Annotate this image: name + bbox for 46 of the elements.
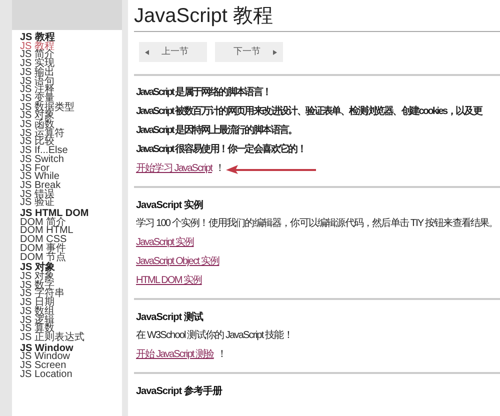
sidebar-link[interactable]: JS 教程 <box>20 42 122 52</box>
next-button[interactable]: 下一节 <box>215 42 283 62</box>
sidebar-link[interactable]: DOM 节点 <box>20 254 122 262</box>
section-heading: JavaScript 参考手册 <box>136 386 224 398</box>
sidebar-link[interactable]: JS 正则表达式 <box>20 334 122 343</box>
paragraph: 在 W3School 测试你的 JavaScript 技能！ <box>136 331 294 341</box>
sidebar-heading: JS 教程 <box>20 34 56 43</box>
link[interactable]: 开始学习 JavaScript <box>136 164 212 174</box>
exclamation-text: ！ <box>214 164 224 174</box>
sidebar-link[interactable]: JS 对象 <box>20 272 122 282</box>
sidebar-heading: JS 对象 <box>20 264 56 273</box>
paragraph: JavaScript 很容易使用！你一定会喜欢它的！ <box>136 145 307 155</box>
sidebar-link[interactable]: DOM HTML <box>20 227 122 236</box>
sidebar-link[interactable]: JS 语句 <box>20 78 122 86</box>
paragraph: JavaScript 是属于网络的脚本语言！ <box>136 88 272 98</box>
left-triangle-icon <box>145 50 149 54</box>
paragraph: JavaScript 被数百万计的网页用来改进设计、验证表单、检测浏览器、创建cookies，以及更 <box>136 107 484 117</box>
right-triangle-icon <box>273 50 277 54</box>
sidebar-link[interactable]: JS 数组 <box>20 308 122 316</box>
sidebar-link[interactable]: JS Location <box>20 370 122 380</box>
link[interactable]: HTML DOM 实例 <box>136 276 202 286</box>
sidebar-link[interactable]: JS 数据类型 <box>20 104 122 112</box>
link[interactable]: JavaScript 实例 <box>136 238 194 248</box>
paragraph: 学习 100 个实例！使用我们的编辑器，你可以编辑源代码，然后单击 TIY 按钮来查看结果。 <box>136 219 499 229</box>
paragraph: JavaScript 是因特网上最流行的脚本语言。 <box>136 126 298 136</box>
page-title: JavaScript 教程 <box>134 4 500 32</box>
sidebar-link[interactable]: JS 验证 <box>20 199 122 208</box>
sidebar-link[interactable]: JS 运算符 <box>20 130 122 138</box>
sidebar-link[interactable]: JS If...Else <box>20 147 122 156</box>
sidebar-link[interactable]: JS While <box>20 173 122 182</box>
exclamation-text: ！ <box>216 350 226 360</box>
link[interactable]: JavaScript Object 实例 <box>136 257 220 267</box>
section-heading: JavaScript 测试 <box>136 312 204 324</box>
sidebar-link[interactable]: JS 日期 <box>20 299 122 308</box>
link[interactable]: 开始 JavaScript 测验 <box>136 350 214 360</box>
sidebar-heading: JS Window <box>20 344 74 354</box>
sidebar-link[interactable]: JS 错误 <box>20 190 122 200</box>
sidebar-link[interactable]: JS 逻辑 <box>20 316 122 326</box>
previous-button[interactable]: 上一节 <box>139 42 207 62</box>
sidebar-link[interactable]: JS Screen <box>20 362 122 371</box>
sidebar-link[interactable]: DOM 事件 <box>20 244 122 254</box>
sidebar-link[interactable]: JS 实现 <box>20 60 122 69</box>
sidebar-link[interactable]: JS Window <box>20 353 122 362</box>
section-heading: JavaScript 实例 <box>136 200 204 212</box>
sidebar-link[interactable]: JS Switch <box>20 156 122 165</box>
sidebar-link[interactable]: DOM 简介 <box>20 218 122 228</box>
